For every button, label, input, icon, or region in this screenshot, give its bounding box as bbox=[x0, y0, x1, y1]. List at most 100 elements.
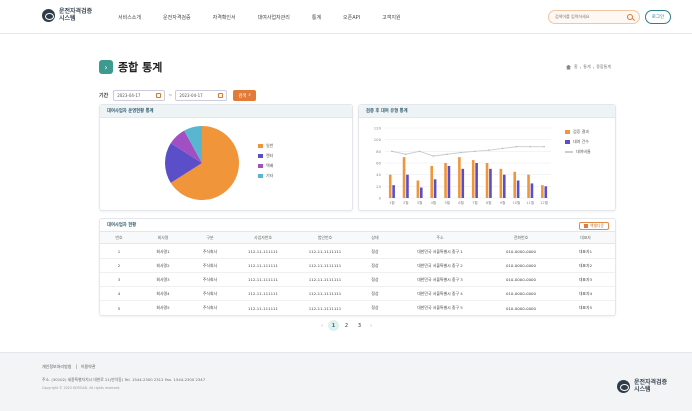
site-logo[interactable]: 운전자격검증 시스템 bbox=[42, 8, 92, 22]
x-tick-label: 8월 bbox=[486, 200, 492, 205]
pie-legend: 일반 렌터 택배 기타 bbox=[258, 143, 273, 183]
cell-phone: 010-0000-0000 bbox=[505, 263, 537, 268]
cell-corp-no: 112-11-1111111 bbox=[308, 249, 342, 254]
home-icon[interactable] bbox=[566, 64, 571, 70]
bar-대여 건수-7월 bbox=[475, 163, 478, 198]
nav-item-support[interactable]: 고객지원 bbox=[382, 14, 400, 21]
x-tick-label: 2월 bbox=[403, 200, 409, 205]
column-header[interactable]: 법인번호 bbox=[294, 235, 356, 241]
cell-type: 주식회사 bbox=[202, 290, 218, 296]
cell-type: 주식회사 bbox=[202, 305, 218, 310]
cell-status: 정상 bbox=[371, 262, 379, 268]
column-header[interactable]: 번호 bbox=[100, 235, 138, 241]
legend-label: 검증 결과 bbox=[573, 129, 589, 134]
bar-대여 건수-12월 bbox=[544, 186, 548, 198]
bar-대여 건수-10월 bbox=[516, 180, 520, 198]
line-point-7월 bbox=[474, 150, 476, 153]
calendar-icon[interactable] bbox=[218, 93, 224, 98]
column-header[interactable]: 회사명 bbox=[138, 235, 188, 241]
page-title-text: 종합 통계 bbox=[118, 61, 163, 74]
cell-biz-no: 112-11-111111 bbox=[247, 263, 279, 268]
table-row[interactable]: 3 회사명3 주식회사 112-11-111111 112-11-1111111… bbox=[100, 273, 615, 287]
search-icon[interactable] bbox=[627, 14, 633, 20]
cell-ceo: 대표자3 bbox=[578, 276, 593, 282]
legend-item: 대여비율 bbox=[565, 149, 591, 155]
table-row[interactable]: 1 회사명1 주식회사 112-11-111111 112-11-1111111… bbox=[100, 245, 615, 259]
x-tick-label: 5월 bbox=[444, 200, 450, 205]
next-page-icon[interactable]: › bbox=[366, 323, 376, 329]
filter-search-button[interactable]: 검색 ⌕ bbox=[233, 90, 256, 101]
legend-item: 택배 bbox=[258, 163, 273, 169]
terms-link[interactable]: 이용약관 bbox=[81, 364, 96, 370]
cell-address: 대한민국 서울특별시 중구 1 bbox=[417, 248, 463, 254]
prev-page-icon[interactable]: ‹ bbox=[317, 323, 327, 329]
nav-item-open-api[interactable]: 오픈API bbox=[343, 14, 360, 21]
legend-label: 일반 bbox=[266, 143, 274, 148]
search-input[interactable] bbox=[555, 14, 625, 19]
legend-swatch bbox=[258, 154, 263, 158]
column-header[interactable]: 상태 bbox=[356, 235, 394, 241]
start-date-field[interactable]: 2023-04-17 bbox=[113, 90, 166, 101]
column-header[interactable]: 주소 bbox=[394, 235, 486, 241]
cell-ceo: 대표자5 bbox=[578, 305, 593, 310]
cell-ceo: 대표자1 bbox=[578, 248, 593, 254]
column-header[interactable]: 사업자번호 bbox=[232, 235, 294, 241]
cell-corp-no: 112-11-1111111 bbox=[308, 305, 342, 311]
column-header[interactable]: 대표자 bbox=[556, 235, 615, 241]
cell-corp-no: 112-11-1111111 bbox=[308, 263, 342, 268]
footer-address: 주소. (30102) 세종특별자치시 대한로 21(만석동) Tel. 154… bbox=[42, 377, 206, 382]
x-tick-label: 7월 bbox=[472, 200, 478, 205]
column-header[interactable]: 구분 bbox=[188, 235, 232, 241]
logo-icon bbox=[42, 9, 55, 22]
calendar-icon[interactable] bbox=[156, 93, 162, 98]
search-icon: ⌕ bbox=[248, 93, 251, 98]
bar-대여 건수-1월 bbox=[392, 185, 395, 198]
login-button[interactable]: 로그인 bbox=[645, 10, 671, 24]
legend-swatch bbox=[258, 164, 263, 168]
table-row[interactable]: 4 회사명4 주식회사 112-11-111111 112-11-1111111… bbox=[100, 287, 615, 301]
cell-phone: 010-0000-0000 bbox=[505, 291, 537, 296]
cell-company: 회사명1 bbox=[156, 248, 170, 254]
bar-대여 건수-6월 bbox=[461, 168, 465, 198]
cell-status: 정상 bbox=[371, 290, 379, 296]
legend-item: 대여 건수 bbox=[565, 139, 591, 145]
cell-type: 주식회사 bbox=[202, 276, 218, 282]
bar-검증 결과-3월 bbox=[416, 180, 420, 198]
nav-item-statistics[interactable]: 통계 bbox=[312, 14, 321, 21]
breadcrumb-statistics[interactable]: 통계 bbox=[583, 64, 590, 70]
legend-label: 대여비율 bbox=[576, 149, 591, 154]
nav-item-verify[interactable]: 운전자격검증 bbox=[163, 14, 191, 21]
bar-대여 건수-8월 bbox=[489, 168, 492, 198]
nav-item-rental-admin[interactable]: 대여사업자관리 bbox=[258, 14, 290, 21]
table-header: 번호 회사명 구분 사업자번호 법인번호 상태 주소 전화번호 대표자 bbox=[100, 232, 615, 244]
cell-no: 3 bbox=[117, 277, 121, 282]
nav-item-certificate[interactable]: 자격확인서 bbox=[213, 14, 236, 21]
cell-status: 정상 bbox=[371, 248, 379, 254]
privacy-policy-link[interactable]: 개인정보처리방침 bbox=[42, 364, 71, 370]
footer-divider: | bbox=[75, 364, 77, 369]
excel-download-button[interactable]: 엑셀다운 bbox=[579, 222, 609, 230]
cell-phone: 010-0000-0000 bbox=[505, 305, 537, 311]
bar-panel-title: 검증 후 대여 유형 통계 bbox=[359, 105, 615, 118]
breadcrumb: 홈 › 통계 › 종합통계 bbox=[566, 64, 611, 70]
table-row[interactable]: 2 회사명2 주식회사 112-11-111111 112-11-1111111… bbox=[100, 259, 615, 273]
cell-biz-no: 112-11-111111 bbox=[247, 249, 279, 254]
breadcrumb-home[interactable]: 홈 bbox=[574, 64, 578, 70]
nav-item-service[interactable]: 서비스소개 bbox=[118, 14, 141, 21]
legend-label: 택배 bbox=[266, 163, 274, 168]
page-number-current[interactable]: 1 bbox=[328, 320, 339, 331]
legend-item: 일반 bbox=[258, 143, 273, 149]
column-header[interactable]: 전화번호 bbox=[486, 235, 556, 241]
bar-대여 건수-5월 bbox=[447, 165, 451, 198]
footer-links: 개인정보처리방침 | 이용약관 bbox=[42, 364, 100, 370]
bar-검증 결과-4월 bbox=[430, 165, 434, 198]
breadcrumb-separator-icon: › bbox=[579, 64, 582, 70]
bar-legend: 검증 결과 대여 건수 대여비율 bbox=[565, 129, 591, 159]
end-date-field[interactable]: 2023-04-17 bbox=[175, 90, 228, 101]
page-number[interactable]: 2 bbox=[341, 320, 352, 331]
page-number[interactable]: 3 bbox=[354, 320, 365, 331]
legend-swatch bbox=[565, 140, 570, 144]
date-range-separator: ~ bbox=[168, 92, 173, 99]
cell-phone: 010-0000-0000 bbox=[505, 249, 537, 254]
table-row[interactable]: 5 회사명5 주식회사 112-11-111111 112-11-1111111… bbox=[100, 301, 615, 315]
